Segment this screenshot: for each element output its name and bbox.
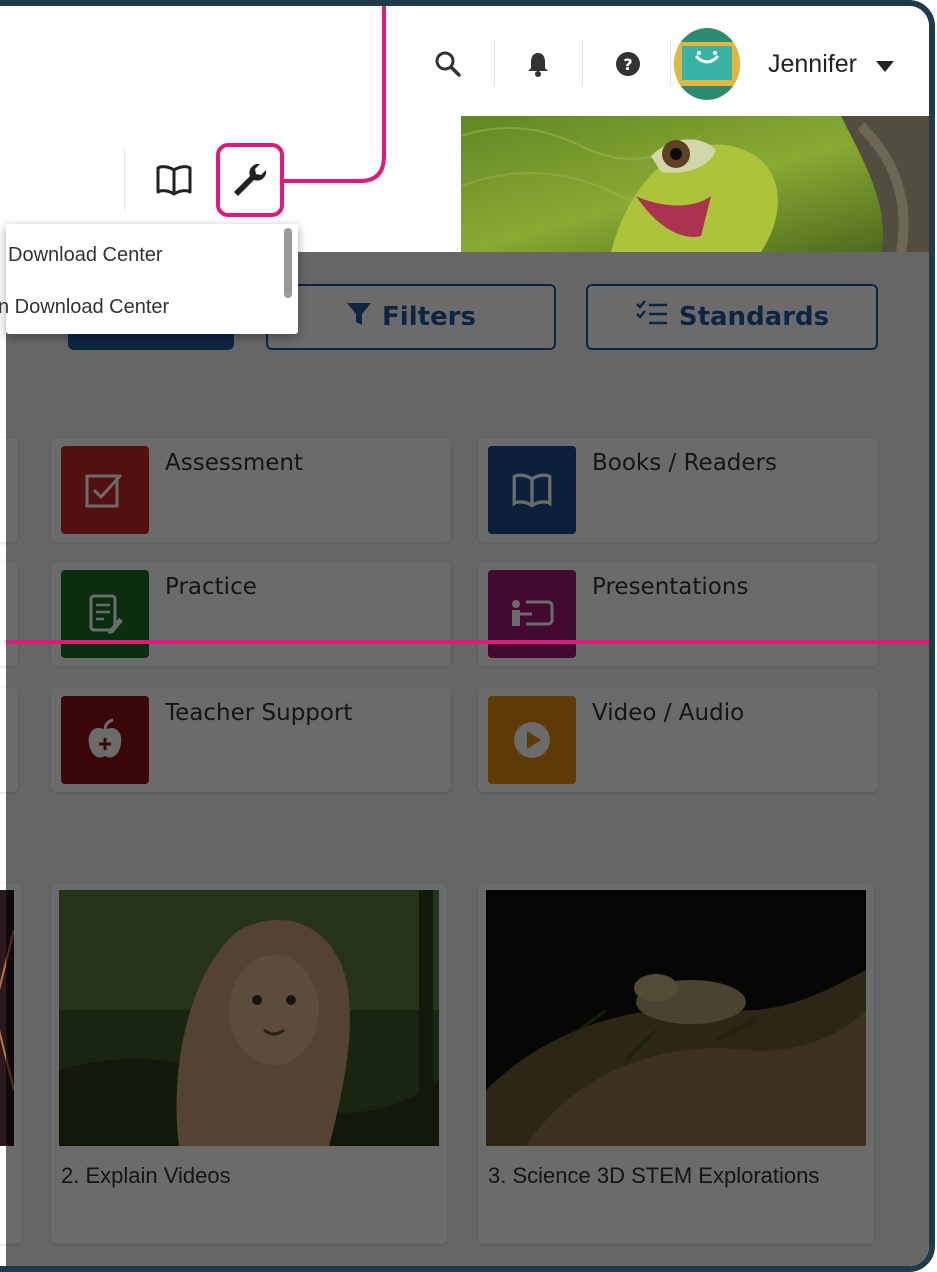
search-icon[interactable] [430, 44, 466, 84]
dropdown-scrollbar[interactable] [284, 228, 292, 298]
presenter-icon [488, 570, 576, 658]
category-label: Practice [165, 574, 257, 600]
standards-button[interactable]: Standards [586, 284, 878, 350]
standards-label: Standards [678, 302, 830, 332]
bell-icon[interactable] [520, 44, 556, 84]
category-assessment[interactable]: Assessment [51, 438, 451, 542]
header-divider [582, 40, 583, 86]
video-thumbnail [59, 890, 439, 1146]
filters-button[interactable]: Filters [266, 284, 556, 350]
header-divider [494, 40, 495, 86]
video-label: 3. Science 3D STEM Explorations [488, 1163, 820, 1188]
checkbox-icon [61, 446, 149, 534]
app-frame: ? Jennifer Filters Standards Assessment … [0, 0, 935, 1272]
tools-dropdown-menu: Download Center n Download Center [0, 224, 298, 334]
dropdown-item-download-center-2[interactable]: n Download Center [0, 296, 268, 319]
play-icon [488, 696, 576, 784]
wrench-callout-line [284, 6, 386, 183]
app-stage: ? Jennifer Filters Standards Assessment … [0, 6, 929, 1266]
top-navigation-bar: ? Jennifer [6, 6, 929, 116]
video-card[interactable]: 3. Science 3D STEM Explorations [478, 884, 874, 1244]
wrench-callout-box [216, 143, 284, 217]
book-icon [488, 446, 576, 534]
category-card[interactable] [0, 688, 18, 792]
filters-label: Filters [382, 302, 476, 332]
video-thumbnail [0, 890, 14, 1146]
annotation-line [6, 640, 929, 644]
category-teacher-support[interactable]: Teacher Support [51, 688, 451, 792]
category-card[interactable] [0, 438, 18, 542]
video-thumbnail [486, 890, 866, 1146]
category-video-audio[interactable]: Video / Audio [478, 688, 878, 792]
avatar[interactable] [674, 28, 740, 100]
edit-document-icon [61, 570, 149, 658]
category-label: Books / Readers [592, 450, 777, 476]
category-presentations[interactable]: Presentations [478, 562, 878, 666]
hero-image [461, 116, 929, 252]
caret-down-icon[interactable] [876, 58, 894, 77]
svg-text:?: ? [623, 55, 632, 74]
category-card[interactable] [0, 562, 18, 666]
filter-icon [346, 301, 372, 334]
help-icon[interactable]: ? [610, 44, 646, 84]
book-icon[interactable] [156, 164, 192, 200]
video-card[interactable]: 2. Explain Videos [51, 884, 447, 1244]
category-label: Assessment [165, 450, 303, 476]
main-content: Filters Standards Assessment Books / Rea… [0, 252, 929, 1266]
checklist-icon [635, 299, 669, 336]
user-name[interactable]: Jennifer [768, 50, 857, 79]
category-label: Presentations [592, 574, 749, 600]
video-label: 2. Explain Videos [61, 1163, 231, 1188]
category-books-readers[interactable]: Books / Readers [478, 438, 878, 542]
apple-icon [61, 696, 149, 784]
category-label: Video / Audio [592, 700, 745, 726]
category-label: Teacher Support [165, 700, 353, 726]
category-practice[interactable]: Practice [51, 562, 451, 666]
video-card[interactable] [0, 884, 22, 1244]
header-divider [670, 40, 671, 86]
toolbar-divider [124, 150, 125, 212]
dropdown-item-download-center[interactable]: Download Center [8, 244, 278, 267]
